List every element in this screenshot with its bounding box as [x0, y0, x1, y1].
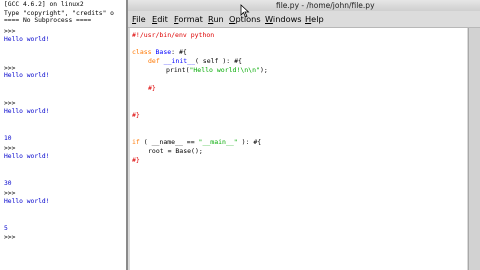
- menu-run[interactable]: Run: [208, 11, 224, 27]
- shell-output-line: 10: [4, 135, 12, 142]
- shell-prompt: >>>: [4, 100, 16, 107]
- code-line: #}: [148, 84, 156, 92]
- window-title: file.py - /home/john/file.py: [276, 1, 375, 10]
- mouse-pointer-icon: [240, 4, 250, 18]
- shell-output-line: 5: [4, 225, 8, 232]
- shell-output-line: Hello world!: [4, 153, 50, 160]
- vertical-scrollbar[interactable]: [468, 28, 480, 270]
- code-line: #!/usr/bin/env python: [132, 31, 215, 39]
- code-editor[interactable]: #!/usr/bin/env python class Base: #{ def…: [130, 28, 467, 270]
- code-line: class Base: #{: [132, 48, 187, 56]
- editor-titlebar[interactable]: file.py - /home/john/file.py: [128, 0, 480, 11]
- shell-prompt: >>>: [4, 190, 16, 197]
- shell-prompt: >>>: [4, 65, 16, 72]
- shell-prompt: >>>: [4, 145, 16, 152]
- shell-output-line: Hello world!: [4, 108, 50, 115]
- menu-edit[interactable]: Edit: [152, 11, 168, 27]
- code-line: #}: [132, 156, 140, 164]
- menu-bar: File Edit Format Run Options Windows Hel…: [128, 11, 480, 28]
- code-line: print("Hello world!\n\n");: [166, 66, 268, 74]
- shell-prompt: >>>: [4, 28, 16, 35]
- code-line: #}: [132, 111, 140, 119]
- shell-prompt: >>>: [4, 234, 16, 241]
- python-shell-window[interactable]: [GCC 4.6.2] on linux2 Type "copyright", …: [0, 0, 127, 270]
- code-line: def __init__( self ): #{: [148, 57, 242, 65]
- shell-output-line: Hello world!: [4, 198, 50, 205]
- shell-output-line: 30: [4, 180, 12, 187]
- shell-banner-line: Type "copyright", "credits" o: [4, 10, 114, 17]
- menu-help[interactable]: Help: [305, 11, 324, 27]
- code-line: if ( __name__ == "__main__" ): #{: [132, 138, 262, 146]
- shell-output-line: Hello world!: [4, 72, 50, 79]
- shell-output-line: Hello world!: [4, 36, 50, 43]
- shell-banner-line: [GCC 4.6.2] on linux2: [4, 1, 84, 8]
- shell-banner-line: ==== No Subprocess ====: [4, 17, 92, 24]
- menu-file[interactable]: File: [132, 11, 146, 27]
- menu-windows[interactable]: Windows: [265, 11, 302, 27]
- menu-format[interactable]: Format: [174, 11, 203, 27]
- editor-window: file.py - /home/john/file.py File Edit F…: [128, 0, 480, 270]
- code-line: root = Base();: [148, 147, 203, 155]
